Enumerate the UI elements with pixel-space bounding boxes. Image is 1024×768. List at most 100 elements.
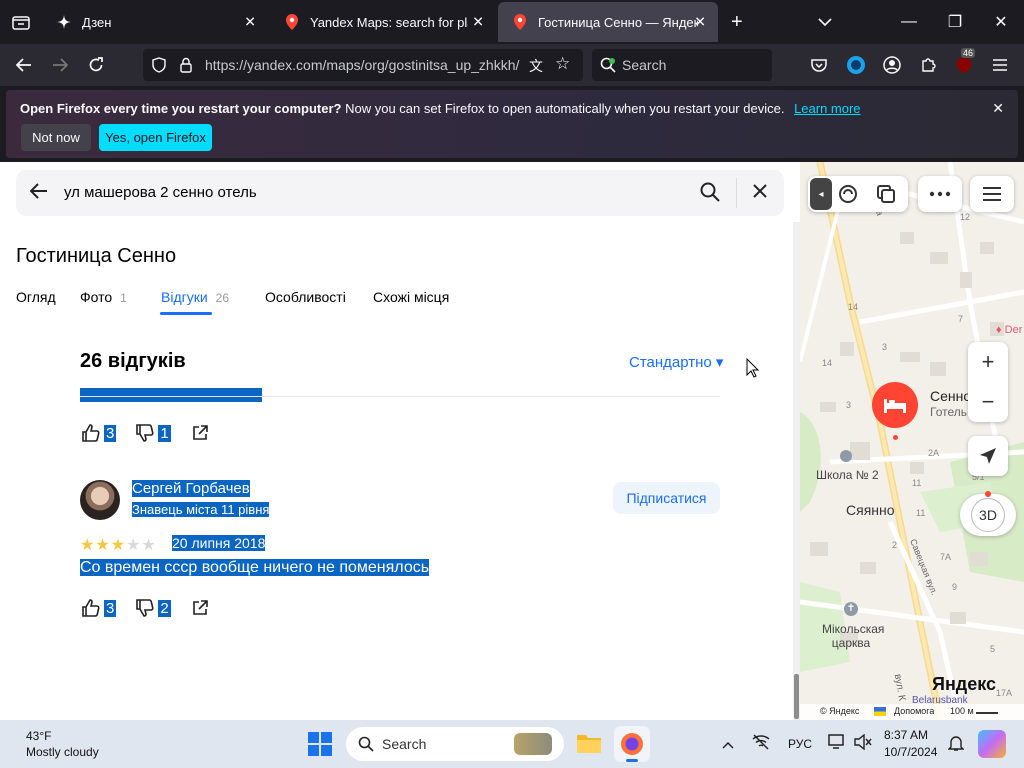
forward-icon[interactable] [45, 50, 75, 80]
tab-gostinitsa[interactable]: Гостиница Сенно — Яндекс Ка ✕ [498, 2, 718, 42]
lock-icon[interactable] [179, 57, 193, 78]
tab-reviews[interactable]: Відгуки 26 [161, 289, 229, 305]
yandex-logo: Яндекс [932, 674, 997, 694]
shield-icon[interactable] [151, 57, 167, 78]
review-date: 20 липня 2018 [172, 535, 266, 551]
side-panel: ул машерова 2 сенно отель Гостиница Сенн… [0, 162, 800, 720]
close-icon[interactable] [752, 183, 768, 204]
minimize-button[interactable]: — [886, 0, 932, 44]
map-type-icon[interactable] [876, 184, 896, 209]
help-link[interactable]: Допомога [894, 706, 934, 716]
avatar[interactable] [80, 480, 120, 520]
close-icon[interactable]: ✕ [244, 14, 256, 31]
review-author[interactable]: Сергей Горбачев [132, 480, 250, 497]
bookmark-star-icon[interactable]: ☆ [555, 54, 570, 74]
close-icon[interactable]: ✕ [694, 14, 706, 31]
pocket-icon[interactable] [804, 50, 834, 80]
thumbs-down-icon[interactable] [134, 597, 156, 619]
close-icon[interactable]: ✕ [472, 14, 484, 31]
tab-overview[interactable]: Огляд [16, 289, 56, 305]
more-options-button[interactable] [918, 176, 962, 212]
scrollbar-thumb[interactable] [794, 674, 799, 719]
close-window-button[interactable]: ✕ [978, 0, 1024, 44]
extension-badge: 46 [961, 48, 976, 58]
display-icon[interactable] [828, 734, 846, 755]
chevron-up-icon[interactable] [722, 736, 734, 754]
back-arrow-icon[interactable] [29, 183, 48, 204]
zoom-in-button[interactable]: + [982, 342, 995, 382]
menu-icon[interactable] [985, 50, 1015, 80]
open-firefox-button[interactable]: Yes, open Firefox [99, 124, 212, 151]
reload-icon[interactable] [81, 50, 111, 80]
share-icon[interactable] [189, 422, 211, 444]
taskbar-search[interactable]: Search [346, 727, 564, 761]
close-icon[interactable]: ✕ [992, 100, 1004, 117]
review-actions: 3 2 [80, 596, 211, 620]
search-box[interactable]: ул машерова 2 сенно отель [16, 170, 784, 216]
vpn-extension-icon[interactable] [841, 50, 871, 80]
back-icon[interactable] [9, 50, 39, 80]
collapse-panel-icon[interactable]: ◂ [810, 178, 832, 210]
copyright[interactable]: © Яндекс [820, 706, 859, 716]
compass-needle [985, 491, 991, 497]
language-indicator[interactable]: РУС [788, 737, 812, 751]
hotel-map-name[interactable]: Сенно [930, 388, 971, 404]
clock-time[interactable]: 8:37 AM [884, 728, 928, 742]
sort-dropdown[interactable]: Стандартно ▾ [629, 353, 723, 371]
url-bar[interactable]: https://yandex.com/maps/org/gostinitsa_u… [143, 49, 583, 81]
tab-yandex-maps[interactable]: Yandex Maps: search for places, ✕ [270, 0, 496, 44]
search-query[interactable]: ул машерова 2 сенно отель [64, 184, 257, 201]
volume-icon[interactable] [854, 733, 872, 755]
weather-temp[interactable]: 43°F [26, 729, 51, 743]
tab-photos[interactable]: Фото 1 [80, 289, 127, 305]
scrollbar-track[interactable] [793, 222, 800, 720]
not-now-button[interactable]: Not now [21, 124, 91, 151]
zoom-out-button[interactable]: − [982, 382, 995, 422]
restore-button[interactable]: ❐ [932, 0, 978, 44]
thumbs-up-icon[interactable] [80, 597, 102, 619]
firefox-taskbar-button[interactable] [614, 726, 650, 762]
thumbs-down-icon[interactable] [134, 422, 156, 444]
hotel-marker-icon[interactable] [872, 382, 918, 428]
tab-label: Схожі місця [373, 289, 450, 305]
tab-similar[interactable]: Схожі місця [373, 289, 449, 305]
ublock-icon[interactable]: 46 [949, 48, 979, 80]
tab-count: 1 [120, 291, 127, 305]
new-tab-button[interactable]: + [731, 11, 743, 34]
school-label[interactable]: Школа № 2 [816, 468, 879, 482]
tab-features[interactable]: Особливості [265, 289, 346, 305]
file-explorer-icon[interactable] [576, 732, 602, 759]
reviewer-level: Знавець міста 11 рівня [132, 502, 270, 517]
tab-manager-icon[interactable] [12, 14, 30, 30]
search-bar[interactable]: Search [592, 49, 772, 81]
list-tabs-icon[interactable] [818, 14, 832, 32]
house-number: 9 [952, 582, 958, 592]
thumbs-up-icon[interactable] [80, 422, 102, 444]
house-number: 7A [940, 552, 952, 562]
translate-icon[interactable]: 文 [529, 56, 543, 76]
church-label[interactable]: Мікольская царква [822, 622, 884, 650]
layers-icon[interactable] [838, 184, 858, 209]
subscribe-button[interactable]: Підписатися [613, 482, 720, 514]
menu-button[interactable] [970, 176, 1014, 212]
sparkle-icon [56, 14, 72, 30]
house-number: 2 [892, 540, 898, 550]
notification-bell-icon[interactable] [947, 734, 965, 757]
poi-label[interactable]: ♦ Der [996, 324, 1022, 336]
extensions-icon[interactable] [913, 50, 943, 80]
share-icon[interactable] [189, 597, 211, 619]
3d-button[interactable]: 3D [960, 491, 1016, 536]
copilot-icon[interactable] [978, 730, 1006, 758]
network-icon[interactable] [752, 734, 770, 755]
map[interactable]: 12 14 7 3 14 3 2A 11 7A 9 11 2 5 17A 5/1… [800, 162, 1024, 720]
like-count: 3 [104, 599, 117, 617]
learn-more-link[interactable]: Learn more [794, 101, 860, 116]
menu-icon [983, 187, 1001, 201]
locate-me-button[interactable] [968, 436, 1008, 476]
clock-date[interactable]: 10/7/2024 [884, 745, 937, 759]
tab-dzen[interactable]: Дзен ✕ [42, 0, 268, 44]
weather-desc[interactable]: Mostly cloudy [26, 745, 99, 759]
account-icon[interactable] [877, 50, 907, 80]
windows-start-icon[interactable] [308, 732, 332, 761]
search-icon[interactable] [700, 182, 720, 207]
